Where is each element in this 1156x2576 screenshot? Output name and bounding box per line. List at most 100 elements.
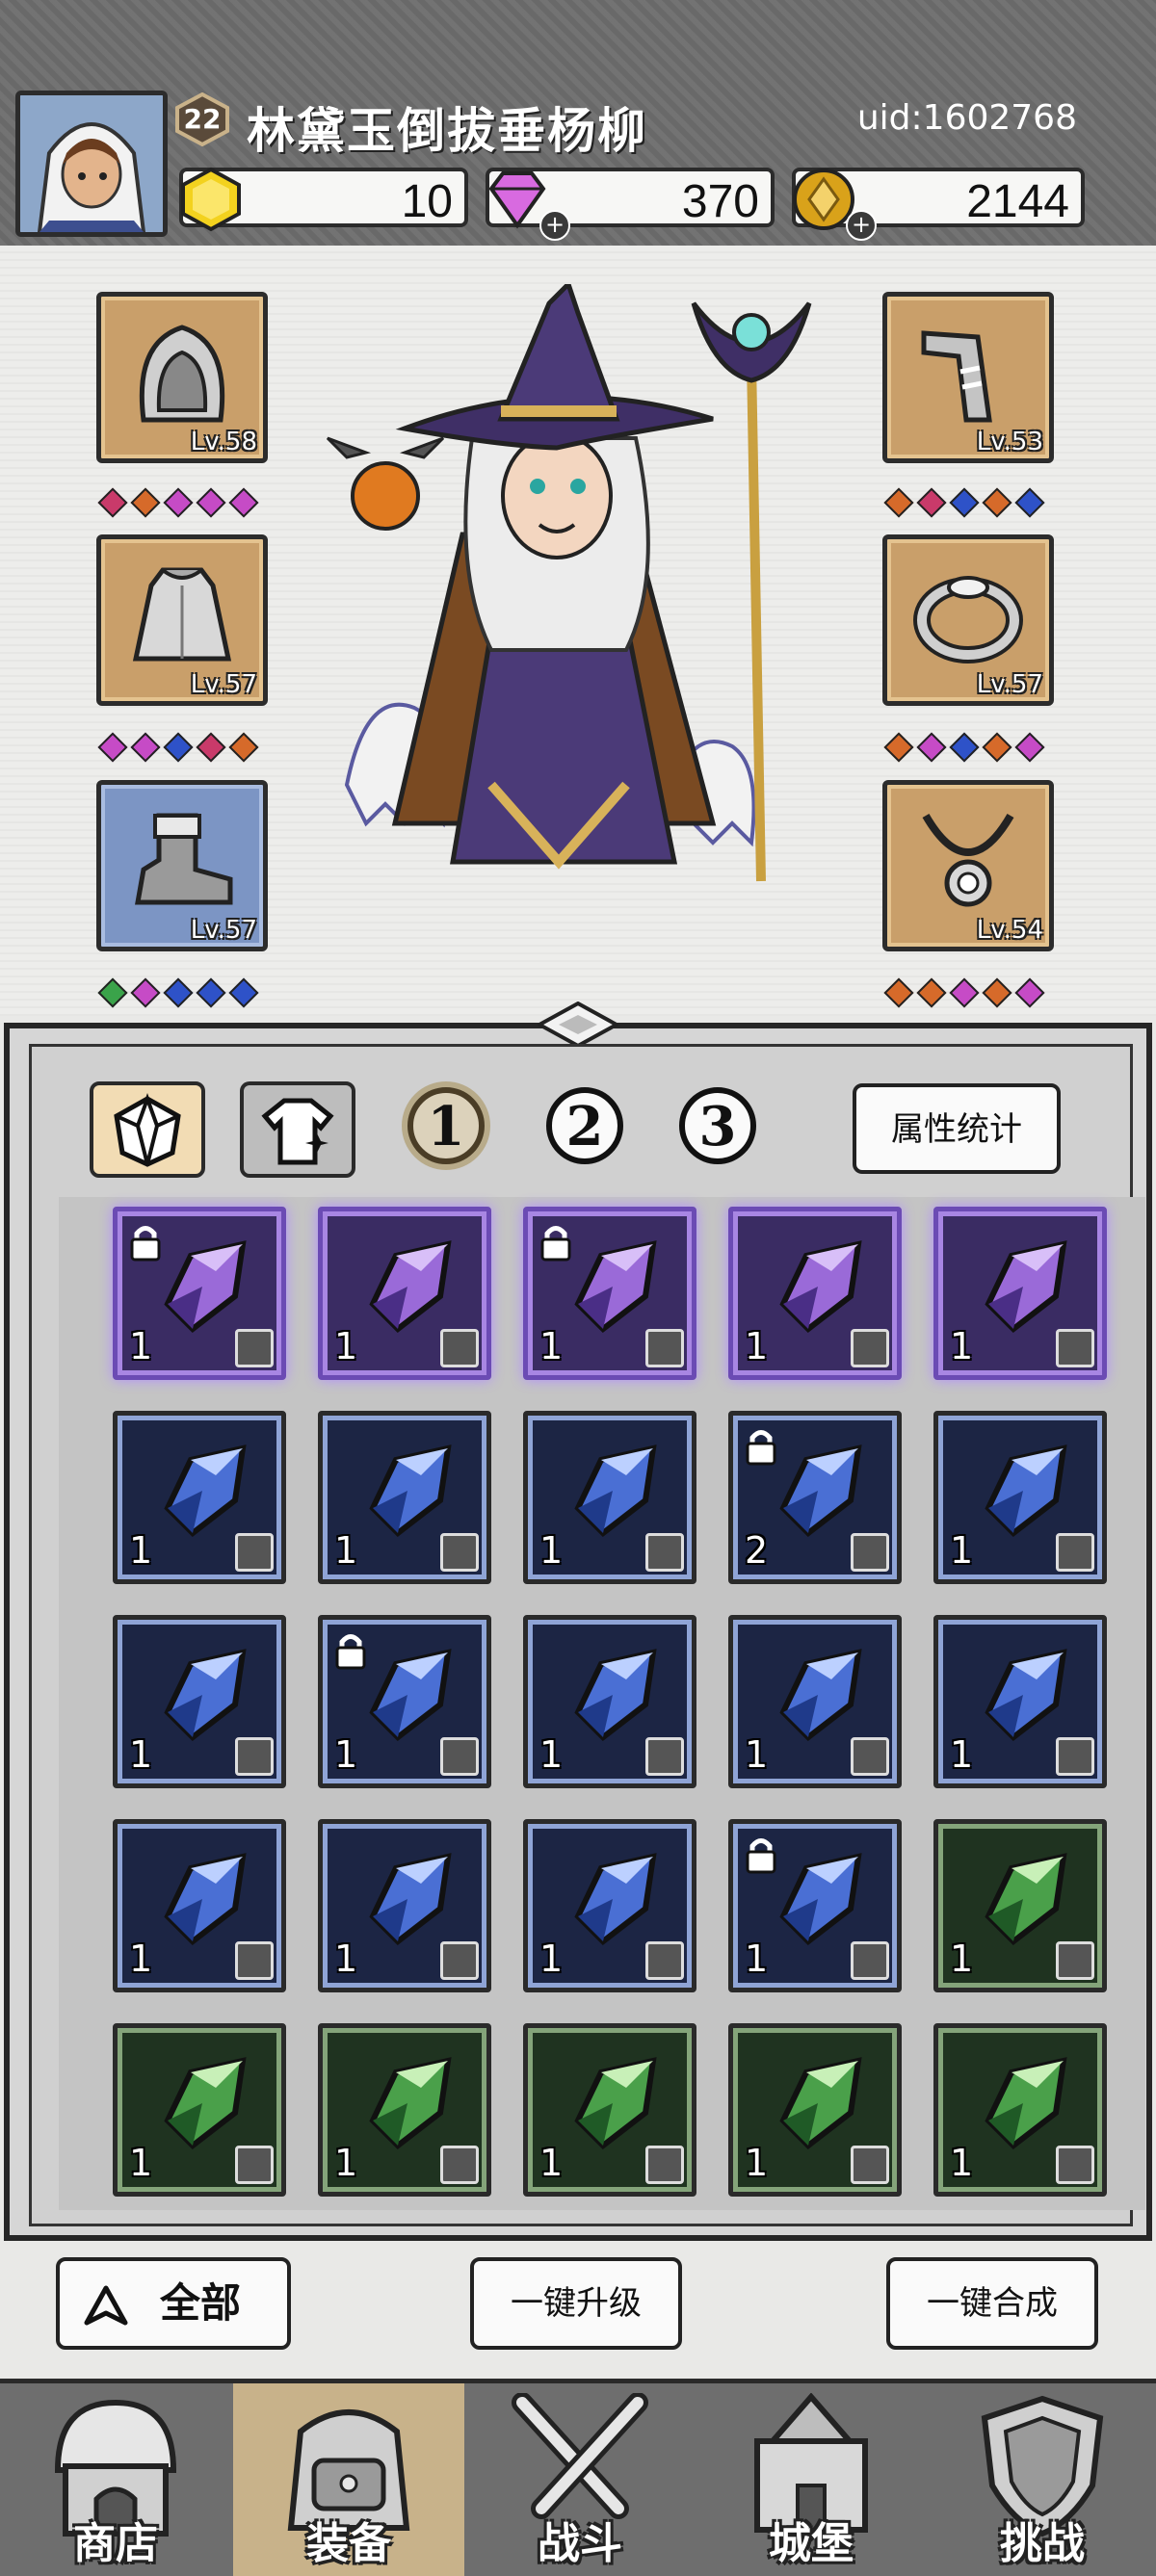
nav-challenge[interactable]: 挑战 xyxy=(927,2383,1156,2576)
gem-count: 1 xyxy=(334,1529,358,1572)
gem-count: 1 xyxy=(129,2142,153,2184)
inventory-gem-slot[interactable]: 1 xyxy=(113,2023,286,2197)
bracer-icon xyxy=(921,330,992,423)
crystal-icon xyxy=(369,2057,452,2149)
equip-type-icon xyxy=(851,1941,889,1980)
nav-battle[interactable]: 战斗 xyxy=(464,2383,696,2576)
tab-gems[interactable] xyxy=(90,1081,205,1178)
crystal-icon xyxy=(574,1240,657,1333)
socket-gem xyxy=(883,732,914,763)
gem-count: 1 xyxy=(950,1733,974,1776)
equip-type-icon xyxy=(1056,1737,1094,1776)
player-level-badge: 22 xyxy=(175,91,229,147)
tab-page-2[interactable]: 2 xyxy=(546,1087,623,1164)
crystal-icon xyxy=(574,2057,657,2149)
inventory-gem-slot[interactable]: 1 xyxy=(933,1207,1107,1380)
socket-gem xyxy=(163,977,194,1008)
inventory-gem-slot[interactable]: 1 xyxy=(318,1207,491,1380)
inventory-gem-slot[interactable]: 1 xyxy=(318,1819,491,1992)
equip-type-icon xyxy=(645,2146,684,2184)
socket-gem xyxy=(1014,977,1045,1008)
ring-icon xyxy=(913,576,1023,664)
hood-icon xyxy=(139,325,225,423)
player-avatar[interactable] xyxy=(15,91,168,237)
nav-shop[interactable]: 商店 xyxy=(0,2383,231,2576)
inventory-gem-slot[interactable]: 1 xyxy=(728,1207,902,1380)
equip-slot-cape[interactable]: Lv.57 xyxy=(96,534,268,706)
equip-type-icon xyxy=(851,1737,889,1776)
merge-all-button[interactable]: 一键合成 xyxy=(886,2257,1098,2350)
crystal-icon xyxy=(164,1444,247,1537)
equip-slot-necklace[interactable]: Lv.54 xyxy=(882,780,1054,951)
inventory-gem-slot[interactable]: 1 xyxy=(523,1411,696,1584)
inventory-gem-slot[interactable]: 1 xyxy=(523,2023,696,2197)
equip-slot-ring[interactable]: Lv.57 xyxy=(882,534,1054,706)
inventory-gem-slot[interactable]: 1 xyxy=(113,1411,286,1584)
hero-witch-image[interactable] xyxy=(308,284,848,900)
add-diamond-button[interactable]: + xyxy=(539,210,570,241)
equip-slot-hood[interactable]: Lv.58 xyxy=(96,292,268,463)
inventory-gem-slot[interactable]: 1 xyxy=(728,1615,902,1788)
socket-gem xyxy=(97,487,128,518)
inventory-gem-slot[interactable]: 1 xyxy=(318,1411,491,1584)
inventory-gem-slot[interactable]: 1 xyxy=(523,1819,696,1992)
upgrade-all-button[interactable]: 一键升级 xyxy=(470,2257,682,2350)
inventory-gem-slot[interactable]: 1 xyxy=(318,2023,491,2197)
nav-castle[interactable]: 城堡 xyxy=(696,2383,927,2576)
equip-type-icon xyxy=(851,1329,889,1367)
tab-outfits[interactable] xyxy=(240,1081,355,1178)
inventory-gem-slot[interactable]: 1 xyxy=(728,1819,902,1992)
inventory-gem-slot[interactable]: 1 xyxy=(933,1615,1107,1788)
filter-all-button[interactable]: 全部 xyxy=(56,2257,291,2350)
crystal-icon xyxy=(164,1853,247,1945)
inventory-gem-slot[interactable]: 1 xyxy=(933,1411,1107,1584)
equip-type-icon xyxy=(1056,1941,1094,1980)
gem-count: 1 xyxy=(745,2142,769,2184)
inventory-gem-slot[interactable]: 2 xyxy=(728,1411,902,1584)
gem-outline-icon xyxy=(114,1093,181,1167)
lock-icon xyxy=(540,1226,571,1262)
inventory-gem-slot[interactable]: 1 xyxy=(728,2023,902,2197)
crystal-icon xyxy=(164,1649,247,1741)
player-name: 林黛玉倒拔垂杨柳 xyxy=(247,102,647,159)
socket-gem xyxy=(883,487,914,518)
equip-type-icon xyxy=(1056,1533,1094,1572)
crystal-icon xyxy=(369,1853,452,1945)
gold-gem-icon xyxy=(181,167,241,232)
inventory-gem-slot[interactable]: 1 xyxy=(933,2023,1107,2197)
inventory-gem-slot[interactable]: 1 xyxy=(523,1207,696,1380)
gem-row-necklace xyxy=(883,977,1045,1008)
panel-collapse-handle[interactable] xyxy=(538,1002,618,1050)
gem-count: 1 xyxy=(950,1529,974,1572)
attribute-stats-button[interactable]: 属性统计 xyxy=(853,1083,1061,1174)
socket-gem xyxy=(982,977,1012,1008)
top-bar: 22 林黛玉倒拔垂杨柳 uid:1602768 10 + 370 + 2144 xyxy=(0,0,1156,246)
inventory-gem-slot[interactable]: 1 xyxy=(113,1819,286,1992)
gem-row-ring xyxy=(883,732,1045,763)
equip-slot-bracer[interactable]: Lv.53 xyxy=(882,292,1054,463)
gem-count: 1 xyxy=(539,1325,564,1367)
inventory-grid: 1 1 1 1 1 1 1 1 2 1 1 1 1 1 1 1 1 1 1 1 1 1 1 1 1 xyxy=(59,1197,1145,2210)
inventory-gem-slot[interactable]: 1 xyxy=(113,1207,286,1380)
socket-gem xyxy=(228,732,259,763)
socket-gem xyxy=(883,977,914,1008)
tab-page-1[interactable]: 1 xyxy=(407,1087,485,1164)
crystal-icon xyxy=(779,2057,862,2149)
equip-type-icon xyxy=(645,1329,684,1367)
filter-all-label: 全部 xyxy=(160,2279,242,2327)
inventory-gem-slot[interactable]: 1 xyxy=(523,1615,696,1788)
crystal-icon xyxy=(164,2057,247,2149)
nav-equipment[interactable]: 装备 xyxy=(233,2383,464,2576)
gem-row-hood xyxy=(97,487,259,518)
tab-page-3[interactable]: 3 xyxy=(679,1087,756,1164)
socket-gem xyxy=(130,977,161,1008)
inventory-gem-slot[interactable]: 1 xyxy=(113,1615,286,1788)
inventory-gem-slot[interactable]: 1 xyxy=(933,1819,1107,1992)
socket-gem xyxy=(97,732,128,763)
add-coin-button[interactable]: + xyxy=(846,210,877,241)
gem-count: 1 xyxy=(950,1325,974,1367)
diamond-counter: + 370 xyxy=(486,168,775,241)
socket-gem xyxy=(1014,487,1045,518)
inventory-gem-slot[interactable]: 1 xyxy=(318,1615,491,1788)
equip-slot-boots[interactable]: Lv.57 xyxy=(96,780,268,951)
